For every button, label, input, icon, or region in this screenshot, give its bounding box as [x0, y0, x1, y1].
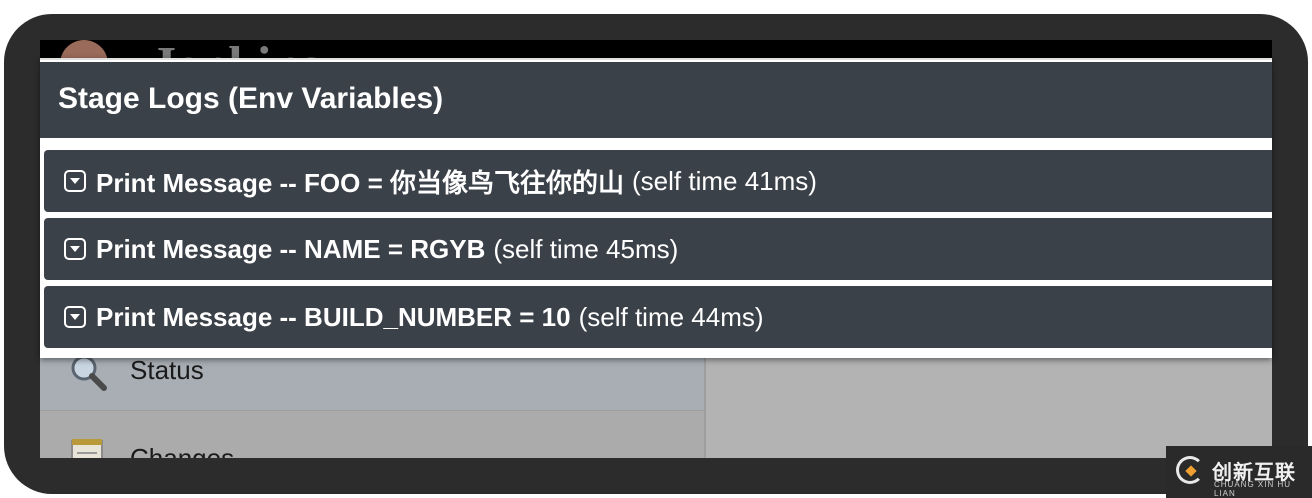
log-row[interactable]: Print Message -- NAME = RGYB (self time …: [44, 218, 1272, 280]
modal-title: Stage Logs (Env Variables): [58, 82, 444, 115]
magnifier-icon: [71, 355, 107, 391]
collapse-toggle-icon[interactable]: [64, 170, 86, 192]
sidebar-item-label: Changes: [130, 443, 235, 458]
sidebar-item-changes[interactable]: Changes: [40, 410, 704, 458]
notepad-icon: [71, 439, 103, 458]
log-row-name: Print Message -- FOO = 你当像鸟飞往你的山: [96, 167, 625, 198]
log-row[interactable]: Print Message -- BUILD_NUMBER = 10 (self…: [44, 286, 1272, 348]
stage-logs-modal: Stage Logs (Env Variables) Print Message…: [40, 58, 1272, 358]
modal-header: Stage Logs (Env Variables): [40, 62, 1272, 138]
collapse-toggle-icon[interactable]: [64, 306, 86, 328]
sidebar-item-label: Status: [130, 355, 204, 385]
log-row[interactable]: Print Message -- FOO = 你当像鸟飞往你的山 (self t…: [44, 150, 1272, 212]
watermark: 创新互联 CHUANG XIN HU LIAN: [1166, 446, 1312, 498]
log-row-name: Print Message -- NAME = RGYB: [96, 233, 486, 264]
log-row-time: (self time 44ms): [578, 301, 764, 332]
watermark-en: CHUANG XIN HU LIAN: [1214, 480, 1292, 498]
log-row-time: (self time 41ms): [632, 165, 817, 196]
log-row-name: Print Message -- BUILD_NUMBER = 10: [96, 301, 571, 332]
brand-logo-icon: [1176, 456, 1204, 484]
log-row-time: (self time 45ms): [493, 233, 679, 264]
collapse-toggle-icon[interactable]: [64, 238, 86, 260]
